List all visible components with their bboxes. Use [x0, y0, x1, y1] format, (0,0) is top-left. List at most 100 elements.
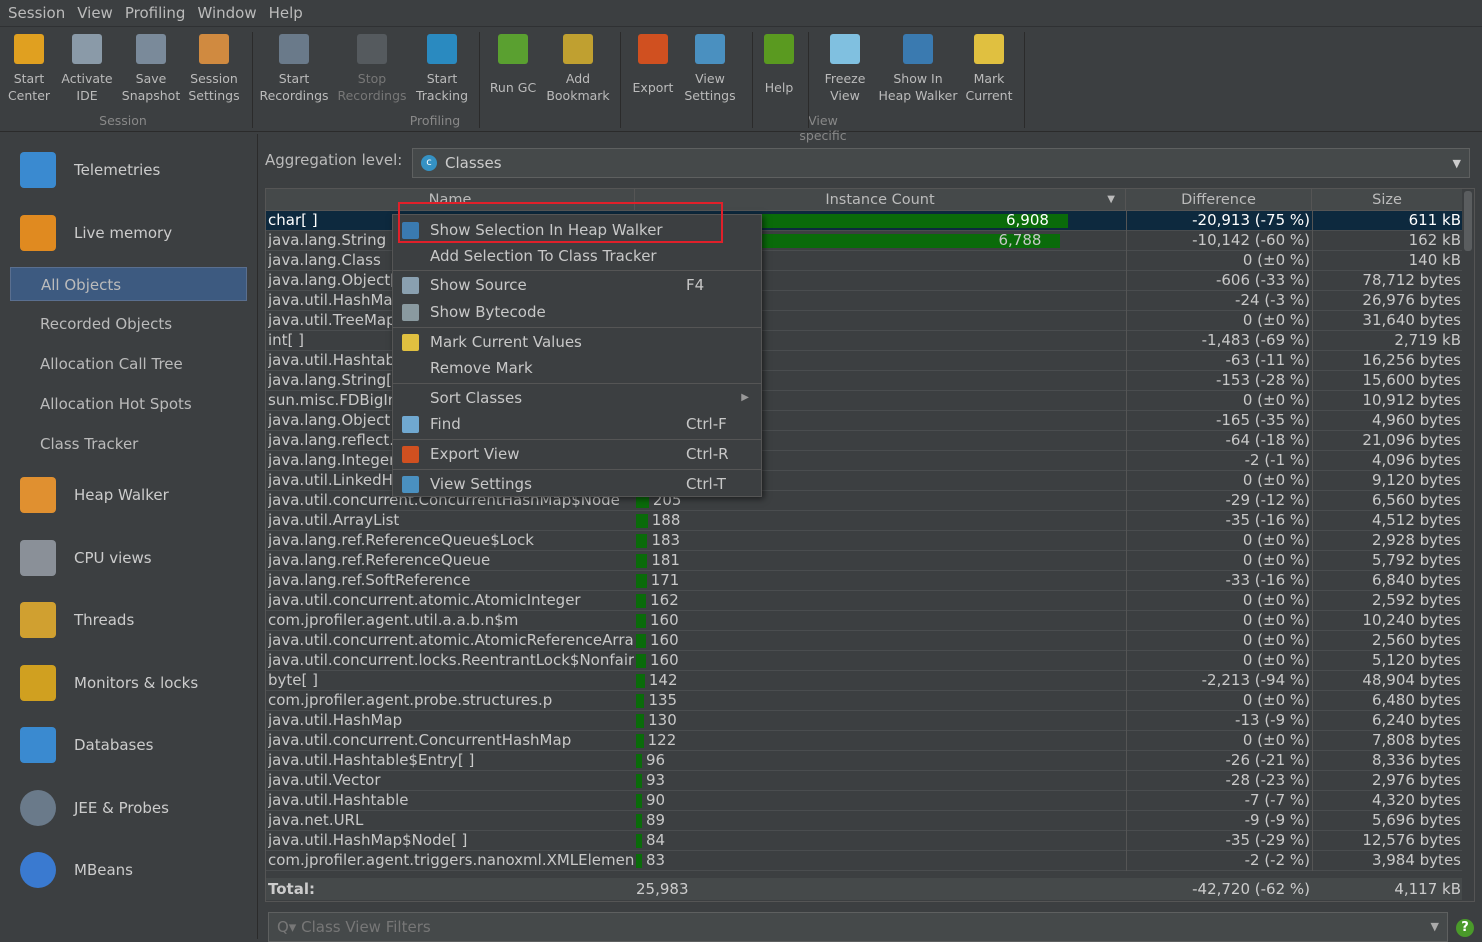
save-snapshot-icon: [136, 34, 166, 64]
sidebar-item-label: JEE & Probes: [74, 799, 169, 817]
count-value: 130: [648, 711, 677, 729]
sidebar-item-cpu-views[interactable]: CPU views: [0, 540, 258, 576]
menu-session[interactable]: Session: [4, 4, 73, 22]
table-row[interactable]: java.lang.ref.SoftReference 171 -33 (-16 %…: [266, 571, 1463, 591]
toolbar-button-3[interactable]: Session Settings: [172, 30, 256, 104]
heap-walker-icon: [20, 477, 56, 513]
table-row[interactable]: java.util.concurrent.ConcurrentHashMap 12…: [266, 731, 1463, 751]
count-bar: [636, 554, 648, 568]
menu-item-export-view[interactable]: Export View Ctrl-R: [393, 441, 761, 467]
instance-count: 96: [636, 751, 1126, 771]
table-row[interactable]: java.util.concurrent.atomic.AtomicRefere…: [266, 631, 1463, 651]
chevron-down-icon[interactable]: ▼: [1431, 913, 1439, 941]
group-label: Session: [99, 113, 147, 128]
size: 2,928 bytes: [1312, 531, 1462, 551]
class-name: java.lang.ref.ReferenceQueue: [268, 551, 491, 569]
sidebar-item-monitors-locks[interactable]: Monitors & locks: [0, 665, 258, 701]
sidebar-item-jee-probes[interactable]: JEE & Probes: [0, 790, 258, 826]
column-size[interactable]: Size: [1312, 189, 1463, 211]
vertical-scrollbar[interactable]: [1462, 189, 1474, 901]
sidebar-item-label: CPU views: [74, 549, 152, 567]
menu-window[interactable]: Window: [193, 4, 264, 22]
table-row[interactable]: java.util.Hashtable 90 -7 (-7 %) 4,320 byte…: [266, 791, 1463, 811]
menu-item-show-bytecode[interactable]: Show Bytecode: [393, 299, 761, 325]
table-row[interactable]: java.net.URL 89 -9 (-9 %) 5,696 bytes: [266, 811, 1463, 831]
count-bar: [636, 814, 642, 828]
instance-count: 90: [636, 791, 1126, 811]
table-row[interactable]: com.jprofiler.agent.probe.structures.p 13…: [266, 691, 1463, 711]
sidebar-subitem-class-tracker[interactable]: Class Tracker: [10, 427, 247, 461]
difference: -26 (-21 %): [1126, 751, 1312, 771]
table-row[interactable]: java.util.concurrent.atomic.AtomicIntege…: [266, 591, 1463, 611]
table-row[interactable]: java.util.concurrent.locks.ReentrantLock…: [266, 651, 1463, 671]
table-row[interactable]: byte[ ] 142 -2,213 (-94 %) 48,904 bytes: [266, 671, 1463, 691]
instance-count: 84: [636, 831, 1126, 851]
count-bar: [636, 734, 644, 748]
table-row[interactable]: java.util.HashMap 130 -13 (-9 %) 6,240 byte…: [266, 711, 1463, 731]
table-row[interactable]: java.lang.ref.ReferenceQueue 181 0 (±0 %) 5…: [266, 551, 1463, 571]
toolbar-separator: [1024, 32, 1025, 128]
size: 2,976 bytes: [1312, 771, 1462, 791]
sidebar-subitem-recorded-objects[interactable]: Recorded Objects: [10, 307, 247, 341]
class-view-filter-input[interactable]: Q▾ Class View Filters ▼: [268, 912, 1448, 942]
sidebar-subitem-allocation-call-tree[interactable]: Allocation Call Tree: [10, 347, 247, 381]
menu-item-show-source[interactable]: Show Source F4: [393, 272, 761, 298]
button-label: View: [830, 88, 860, 103]
start-tracking-icon: [427, 34, 457, 64]
menu-item-mark-current-values[interactable]: Mark Current Values: [393, 329, 761, 355]
table-row[interactable]: com.jprofiler.agent.util.a.a.b.n$m 160 0 (…: [266, 611, 1463, 631]
difference: -1,483 (-69 %): [1126, 331, 1312, 351]
toolbar-separator: [620, 32, 621, 128]
scrollbar-thumb[interactable]: [1464, 191, 1472, 251]
column-difference[interactable]: Difference: [1126, 189, 1312, 211]
sidebar-item-databases[interactable]: Databases: [0, 727, 258, 763]
count-value: 122: [647, 731, 677, 749]
table-row[interactable]: java.lang.ref.ReferenceQueue$Lock 183 0 (±…: [266, 531, 1463, 551]
toolbar-button-14[interactable]: Mark Current: [947, 30, 1031, 104]
menu-item-find[interactable]: Find Ctrl-F: [393, 411, 761, 437]
aggregation-level-select[interactable]: c Classes ▼: [412, 148, 1470, 178]
magnifier-icon: [402, 416, 419, 433]
table-row[interactable]: com.jprofiler.agent.triggers.nanoxml.XML…: [266, 851, 1463, 871]
menu-help[interactable]: Help: [265, 4, 311, 22]
menu-profiling[interactable]: Profiling: [121, 4, 194, 22]
menu-item-sort-classes[interactable]: Sort Classes ▶: [393, 385, 761, 411]
total-label: Total:: [268, 880, 315, 898]
table-row[interactable]: java.util.HashMap$Node[ ] 84 -35 (-29 %) 12…: [266, 831, 1463, 851]
menu-item-add-selection-to-class-tracker[interactable]: Add Selection To Class Tracker: [393, 243, 761, 269]
sidebar-item-mbeans[interactable]: MBeans: [0, 852, 258, 888]
size: 15,600 bytes: [1312, 371, 1462, 391]
instance-count: 93: [636, 771, 1126, 791]
difference: -63 (-11 %): [1126, 351, 1312, 371]
count-bar: [636, 794, 642, 808]
class-name: java.util.concurrent.ConcurrentHashMap: [268, 731, 572, 749]
freeze-snowflake-icon: [830, 34, 860, 64]
difference: -7 (-7 %): [1126, 791, 1312, 811]
sidebar-item-live-memory[interactable]: Live memory: [0, 215, 258, 251]
table-row[interactable]: java.util.Vector 93 -28 (-23 %) 2,976 bytes: [266, 771, 1463, 791]
menu-separator: [393, 270, 761, 271]
sidebar-item-telemetries[interactable]: Telemetries: [0, 152, 258, 188]
table-row[interactable]: java.util.ArrayList 188 -35 (-16 %) 4,512 b…: [266, 511, 1463, 531]
toolbar-button-4[interactable]: Start Recordings: [252, 30, 336, 104]
sidebar-subitem-allocation-hot-spots[interactable]: Allocation Hot Spots: [10, 387, 247, 421]
count-bar: [636, 674, 645, 688]
difference: -64 (-18 %): [1126, 431, 1312, 451]
sidebar-subitem-all-objects[interactable]: All Objects: [10, 267, 247, 301]
globe-icon: [20, 852, 56, 888]
sidebar-item-threads[interactable]: Threads: [0, 602, 258, 638]
help-icon[interactable]: ?: [1456, 919, 1474, 937]
count-value: 142: [648, 671, 678, 689]
menu-view[interactable]: View: [73, 4, 121, 22]
aggregation-value: Classes: [445, 154, 502, 172]
menu-item-label: Sort Classes: [430, 389, 523, 407]
toolbar-button-8[interactable]: Add Bookmark: [536, 30, 620, 104]
difference: 0 (±0 %): [1126, 611, 1312, 631]
probe-gauge-icon: [20, 790, 56, 826]
sidebar-item-heap-walker[interactable]: Heap Walker: [0, 477, 258, 513]
run-gc-icon: [498, 34, 528, 64]
menu-item-remove-mark[interactable]: Remove Mark: [393, 355, 761, 381]
table-row[interactable]: java.util.Hashtable$Entry[ ] 96 -26 (-21 %…: [266, 751, 1463, 771]
menu-item-view-settings[interactable]: View Settings Ctrl-T: [393, 471, 761, 497]
toolbar-button-12[interactable]: Freeze View: [803, 30, 887, 104]
